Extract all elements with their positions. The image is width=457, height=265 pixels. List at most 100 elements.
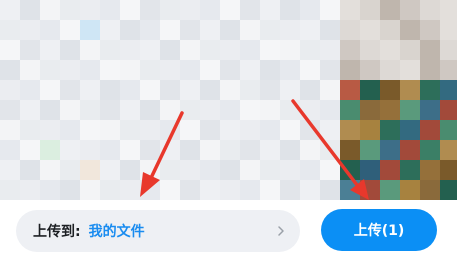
blur-tile [0,160,20,180]
upload-button[interactable]: 上传(1) [321,209,437,251]
blur-tile [180,40,200,60]
blur-tile [280,120,300,140]
blur-tile [60,60,80,80]
blur-tile [140,100,160,120]
blur-tile [300,140,320,160]
blur-tile [340,20,360,40]
blur-tile [360,80,380,100]
blur-tile [380,0,400,20]
blur-tile [160,0,180,20]
blur-tile [80,80,100,100]
blur-tile [240,40,260,60]
blur-tile [60,160,80,180]
blur-tile [180,60,200,80]
blur-tile [280,0,300,20]
blur-tile [80,20,100,40]
blur-tile [100,160,120,180]
blur-tile [340,160,360,180]
blur-tile [300,60,320,80]
blur-tile [20,120,40,140]
blur-tile [240,180,260,200]
blur-tile [180,160,200,180]
blur-tile [420,0,440,20]
blur-tile [380,180,400,200]
blur-tile [120,120,140,140]
blur-tile [40,80,60,100]
blur-tile [40,0,60,20]
blur-tile [300,0,320,20]
blur-tile [240,60,260,80]
blur-tile [300,40,320,60]
blur-tile [120,160,140,180]
destination-folder-name[interactable]: 我的文件 [89,221,276,241]
blur-tile [200,60,220,80]
blur-tile [120,20,140,40]
blur-tile [360,0,380,20]
blur-tile [180,120,200,140]
blur-tile [360,60,380,80]
blur-tile [280,40,300,60]
blur-tile [80,180,100,200]
blur-tile [200,160,220,180]
blur-tile [440,20,457,40]
blur-tile [280,160,300,180]
upload-to-label: 上传到: [33,224,81,240]
blur-tile [340,140,360,160]
chevron-right-icon[interactable] [276,225,286,237]
blur-tile [280,60,300,80]
blur-tile [140,120,160,140]
blur-tile [420,180,440,200]
blur-tile [160,160,180,180]
blur-tile [320,140,340,160]
blur-tile [420,60,440,80]
blur-tile [340,0,360,20]
blur-tile [400,0,420,20]
blur-tile [160,60,180,80]
blur-tile [240,160,260,180]
blur-tile [80,0,100,20]
blur-tile [400,180,420,200]
blur-tile [200,100,220,120]
blur-tile [420,80,440,100]
blur-tile [380,100,400,120]
blur-tile [100,120,120,140]
blur-tile [320,100,340,120]
blur-tile [380,20,400,40]
blur-tile [100,80,120,100]
blur-tile [420,140,440,160]
blur-tile [0,100,20,120]
blur-tile [180,140,200,160]
blur-tile [200,80,220,100]
blur-tile [100,40,120,60]
blur-tile [360,40,380,60]
blur-tile [300,160,320,180]
blur-tile [40,60,60,80]
blur-tile [220,80,240,100]
blur-tile [160,180,180,200]
blur-tile [220,160,240,180]
blur-tile [160,40,180,60]
blur-tile [300,20,320,40]
blur-tile [440,80,457,100]
blur-tile [380,60,400,80]
blur-tile [400,60,420,80]
blur-tile [0,180,20,200]
blur-tile [260,180,280,200]
blur-tile [160,120,180,140]
blur-tile [220,180,240,200]
blur-tile [120,140,140,160]
blur-tile [360,160,380,180]
blur-tile [180,100,200,120]
blur-tile [0,120,20,140]
blur-tile [40,120,60,140]
blur-tile [80,40,100,60]
blur-tile [360,100,380,120]
blur-tile [260,60,280,80]
blur-tile [240,0,260,20]
upload-destination-selector[interactable]: 上传到: 我的文件 [16,210,300,252]
blur-tile [40,40,60,60]
blur-tile [40,180,60,200]
blur-tile [20,60,40,80]
blur-tile [320,20,340,40]
blur-tile [100,60,120,80]
